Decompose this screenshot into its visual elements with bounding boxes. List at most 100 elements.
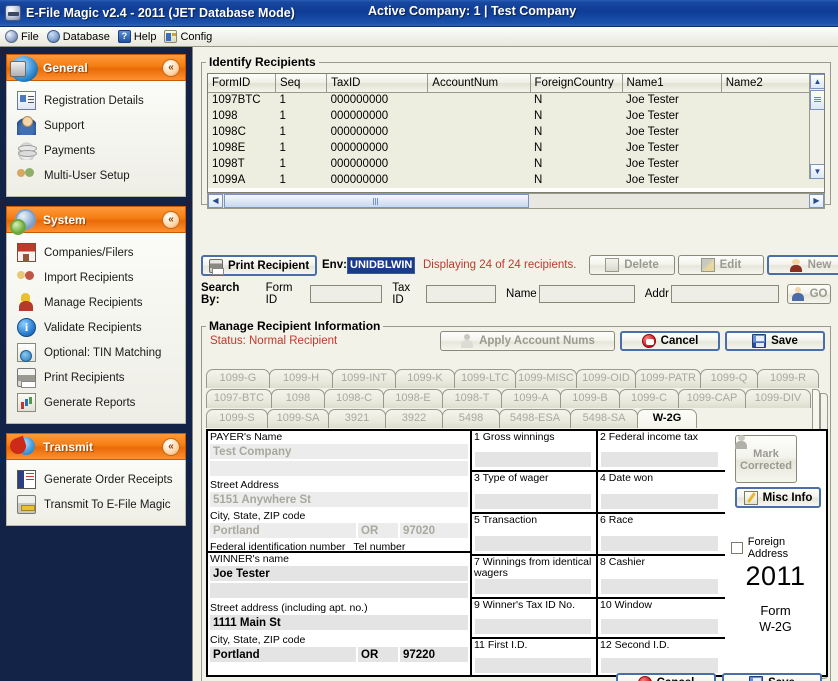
tab-1099-r[interactable]: 1099-R (757, 369, 819, 388)
payer-name-input[interactable] (210, 444, 468, 459)
scrollbar-thumb-horizontal[interactable] (224, 194, 529, 208)
payer-state-input[interactable] (358, 523, 398, 538)
tab-3921[interactable]: 3921 (328, 409, 386, 428)
sidebar-group-transmit-header[interactable]: Transmit « (6, 433, 186, 460)
form-box-7-input[interactable] (475, 579, 591, 594)
search-tax-id-input[interactable] (426, 285, 496, 303)
sidebar-item-tin-matching[interactable]: Optional: TIN Matching (11, 340, 181, 365)
bottom-save-button[interactable]: Save (722, 673, 822, 681)
tab-1099-patr[interactable]: 1099-PATR (635, 369, 701, 388)
form-box-3-input[interactable] (475, 494, 591, 509)
sidebar-item-registration-details[interactable]: Registration Details (11, 88, 181, 113)
scrollbar-thumb[interactable] (810, 90, 825, 110)
sidebar-item-companies-filers[interactable]: Companies/Filers (11, 240, 181, 265)
payer-zip-input[interactable] (400, 523, 468, 538)
tab-1099-b[interactable]: 1099-B (560, 389, 620, 408)
winner-zip-input[interactable] (400, 647, 468, 662)
tab-5498[interactable]: 5498 (442, 409, 500, 428)
table-row[interactable]: 1098T1000000000NJoe Tester (208, 156, 824, 172)
sidebar-item-generate-reports[interactable]: Generate Reports (11, 390, 181, 415)
scroll-up-icon[interactable]: ▲ (810, 74, 825, 89)
tab-1099-k[interactable]: 1099-K (395, 369, 455, 388)
manage-save-button[interactable]: Save (725, 331, 825, 351)
search-name-input[interactable] (539, 285, 635, 303)
tab-1098[interactable]: 1098 (271, 389, 325, 408)
chevron-up-icon[interactable]: « (162, 59, 180, 77)
delete-button[interactable]: Delete (589, 255, 675, 275)
table-row[interactable]: 1099A1000000000NJoe Tester (208, 172, 824, 188)
winner-street-input[interactable] (210, 615, 468, 630)
edit-button[interactable]: Edit (678, 255, 764, 275)
sidebar-item-multi-user-setup[interactable]: Multi-User Setup (11, 163, 181, 188)
chevron-up-icon[interactable]: « (162, 211, 180, 229)
winner-city-input[interactable] (210, 647, 356, 662)
scroll-down-icon[interactable]: ▼ (810, 164, 825, 179)
manage-cancel-button[interactable]: Cancel (620, 331, 720, 351)
tab-3922[interactable]: 3922 (385, 409, 443, 428)
scroll-left-icon[interactable]: ◀ (208, 194, 223, 208)
grid-horizontal-scrollbar[interactable]: ◀ ▶ (207, 193, 825, 209)
form-box-4-input[interactable] (601, 494, 718, 509)
sidebar-item-print-recipients[interactable]: Print Recipients (11, 365, 181, 390)
scroll-right-icon[interactable]: ▶ (809, 194, 824, 208)
col-seq[interactable]: Seq (275, 74, 326, 92)
new-button[interactable]: New (767, 255, 838, 275)
tab-1098-e[interactable]: 1098-E (383, 389, 443, 408)
tab-1099-h[interactable]: 1099-H (269, 369, 333, 388)
tab-1099-int[interactable]: 1099-INT (332, 369, 396, 388)
tab-1099-s[interactable]: 1099-S (206, 409, 268, 428)
bottom-cancel-button[interactable]: Cancel (616, 673, 716, 681)
tab-1099-g[interactable]: 1099-G (206, 369, 270, 388)
menu-file[interactable]: File (3, 28, 45, 46)
table-row[interactable]: 1098C1000000000NJoe Tester (208, 124, 824, 140)
sidebar-item-validate-recipients[interactable]: Validate Recipients (11, 315, 181, 340)
tab-1097-btc[interactable]: 1097-BTC (206, 389, 272, 408)
sidebar-item-transmit-to-efile-magic[interactable]: Transmit To E-File Magic (11, 492, 181, 517)
col-name1[interactable]: Name1 (622, 74, 721, 92)
form-box-6-input[interactable] (601, 536, 718, 551)
sidebar-group-general-header[interactable]: General « (6, 54, 186, 81)
tab-5498-sa[interactable]: 5498-SA (570, 409, 638, 428)
winner-name-input[interactable] (210, 566, 468, 581)
tab-1099-cap[interactable]: 1099-CAP (678, 389, 746, 408)
foreign-address-row[interactable]: Foreign Address (731, 536, 826, 560)
form-box-2-input[interactable] (601, 452, 718, 467)
sidebar-item-support[interactable]: Support (11, 113, 181, 138)
col-accountnum[interactable]: AccountNum (428, 74, 530, 92)
winner-name2-input[interactable] (210, 583, 468, 598)
sidebar-item-manage-recipients[interactable]: Manage Recipients (11, 290, 181, 315)
winner-state-input[interactable] (358, 647, 398, 662)
form-box-8-input[interactable] (601, 579, 718, 594)
tab-1098-t[interactable]: 1098-T (442, 389, 502, 408)
misc-info-button[interactable]: Misc Info (735, 487, 821, 508)
sidebar-item-import-recipients[interactable]: Import Recipients (11, 265, 181, 290)
tab-1098-c[interactable]: 1098-C (324, 389, 384, 408)
tab-1099-q[interactable]: 1099-Q (700, 369, 758, 388)
payer-name2-input[interactable] (210, 461, 468, 476)
tab-1099-c[interactable]: 1099-C (619, 389, 679, 408)
mark-corrected-button[interactable]: Mark Corrected (735, 435, 797, 483)
sidebar-item-payments[interactable]: Payments (11, 138, 181, 163)
search-form-id-input[interactable] (310, 285, 382, 303)
col-taxid[interactable]: TaxID (327, 74, 428, 92)
tab-1099-a[interactable]: 1099-A (501, 389, 561, 408)
tab-1099-div[interactable]: 1099-DIV (745, 389, 811, 408)
recipients-grid[interactable]: FormID Seq TaxID AccountNum ForeignCount… (207, 73, 825, 193)
search-addr-input[interactable] (671, 285, 779, 303)
menu-help[interactable]: ? Help (116, 28, 163, 46)
sidebar-item-generate-order-receipts[interactable]: Generate Order Receipts (11, 467, 181, 492)
table-row[interactable]: 1098E1000000000NJoe Tester (208, 140, 824, 156)
menu-config[interactable]: Config (162, 28, 218, 46)
form-box-5-input[interactable] (475, 536, 591, 551)
search-go-button[interactable]: GO (787, 284, 831, 304)
foreign-address-checkbox[interactable] (731, 542, 743, 554)
payer-city-input[interactable] (210, 523, 356, 538)
form-box-10-input[interactable] (601, 619, 718, 634)
chevron-up-icon[interactable]: « (162, 438, 180, 456)
table-row[interactable]: 1097BTC1000000000NJoe Tester (208, 92, 824, 108)
tab-1099-oid[interactable]: 1099-OID (576, 369, 636, 388)
col-foreigncountry[interactable]: ForeignCountry (530, 74, 622, 92)
payer-street-input[interactable] (210, 492, 468, 507)
table-row[interactable]: 10981000000000NJoe Tester (208, 108, 824, 124)
menu-database[interactable]: Database (45, 28, 116, 46)
